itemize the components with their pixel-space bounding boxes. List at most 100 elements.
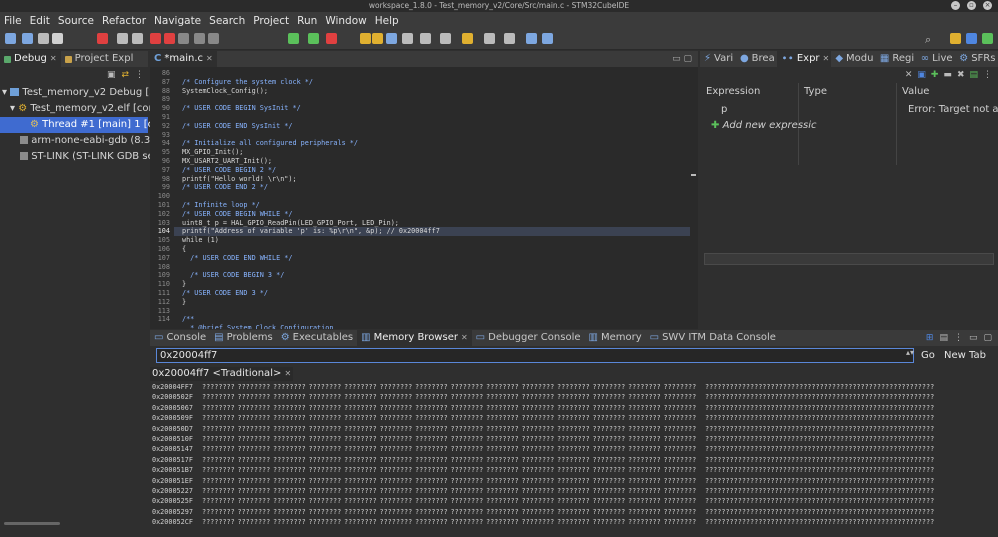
memory-hex-cell[interactable]: ???????? — [273, 445, 306, 453]
column-divider[interactable] — [896, 83, 897, 165]
memory-hex-cell[interactable]: ???????? — [486, 445, 519, 453]
view-menu-icon[interactable]: ⋮ — [983, 70, 992, 80]
tab-executables[interactable]: ⚙ Executables — [277, 330, 357, 346]
memory-hex-cell[interactable]: ???????? — [202, 487, 235, 495]
memory-row[interactable]: 0x2000502F??????????????????????????????… — [150, 393, 998, 403]
close-icon[interactable]: × — [983, 1, 992, 10]
memory-hex-cell[interactable]: ???????? — [593, 435, 626, 443]
tab-breakpoints[interactable]: ● Brea — [736, 51, 777, 67]
remove-icon[interactable]: ▬ — [943, 70, 952, 80]
memory-hex-cell[interactable]: ???????? — [593, 508, 626, 516]
memory-hex-cell[interactable]: ???????? — [486, 404, 519, 412]
memory-hex-cell[interactable]: ???????? — [628, 414, 661, 422]
memory-hex-cell[interactable]: ???????? — [593, 456, 626, 464]
close-icon[interactable]: ✕ — [823, 51, 830, 67]
memory-hex-cell[interactable]: ???????? — [451, 487, 484, 495]
memory-hex-cell[interactable]: ???????? — [380, 477, 413, 485]
column-value[interactable]: Value — [902, 86, 929, 97]
memory-hex-cell[interactable]: ???????? — [522, 477, 555, 485]
memory-hex-cell[interactable]: ???????? — [557, 497, 590, 505]
horizontal-scrollbar[interactable] — [4, 522, 60, 525]
maximize-icon[interactable]: ▫ — [967, 1, 976, 10]
memory-ascii[interactable]: ????????????????????????????????????????… — [705, 487, 934, 495]
collapse-icon[interactable]: ▣ — [917, 70, 926, 80]
memory-hex-cell[interactable]: ???????? — [451, 508, 484, 516]
memory-hex-cell[interactable]: ???????? — [380, 383, 413, 391]
memory-hex-cell[interactable]: ???????? — [593, 466, 626, 474]
memory-hex-cell[interactable]: ???????? — [557, 393, 590, 401]
memory-hex-cell[interactable]: ???????? — [451, 383, 484, 391]
memory-hex-cell[interactable]: ???????? — [380, 393, 413, 401]
code-line[interactable]: } — [182, 280, 186, 289]
toolbar-tool-icon[interactable] — [420, 33, 431, 44]
memory-rendering[interactable]: 0x20004FF7??????????????????????????????… — [150, 383, 998, 537]
memory-hex-cell[interactable]: ???????? — [380, 487, 413, 495]
memory-hex-cell[interactable]: ???????? — [273, 404, 306, 412]
memory-hex-cell[interactable]: ???????? — [664, 425, 697, 433]
memory-hex-cell[interactable]: ???????? — [273, 477, 306, 485]
tab-memory-browser[interactable]: ▥ Memory Browser ✕ — [357, 330, 472, 346]
memory-hex-cell[interactable]: ???????? — [593, 518, 626, 526]
toolbar-tool-icon[interactable] — [462, 33, 473, 44]
memory-hex-cell[interactable]: ???????? — [238, 466, 271, 474]
memory-hex-cell[interactable]: ???????? — [238, 445, 271, 453]
toolbar-tool-icon[interactable] — [38, 33, 49, 44]
tab-debug[interactable]: Debug ✕ — [0, 51, 61, 67]
menu-edit[interactable]: Edit — [30, 15, 50, 27]
memory-hex-cell[interactable]: ???????? — [486, 466, 519, 474]
memory-hex-cell[interactable]: ???????? — [451, 414, 484, 422]
memory-row[interactable]: 0x2000509F??????????????????????????????… — [150, 414, 998, 424]
memory-hex-cell[interactable]: ???????? — [309, 383, 342, 391]
memory-hex-cell[interactable]: ???????? — [628, 445, 661, 453]
memory-ascii[interactable]: ????????????????????????????????????????… — [705, 383, 934, 391]
memory-hex-cell[interactable]: ???????? — [309, 445, 342, 453]
expression-row-p[interactable]: p — [721, 104, 727, 115]
memory-hex-cell[interactable]: ???????? — [522, 518, 555, 526]
memory-hex-cell[interactable]: ???????? — [202, 466, 235, 474]
memory-hex-cell[interactable]: ???????? — [522, 497, 555, 505]
memory-hex-cell[interactable]: ???????? — [202, 508, 235, 516]
memory-hex-cell[interactable]: ???????? — [309, 435, 342, 443]
memory-hex-cell[interactable]: ???????? — [628, 456, 661, 464]
memory-hex-cell[interactable]: ???????? — [628, 383, 661, 391]
memory-hex-cell[interactable]: ???????? — [344, 456, 377, 464]
tab-problems[interactable]: ▤ Problems — [210, 330, 277, 346]
memory-hex-cell[interactable]: ???????? — [380, 404, 413, 412]
link-icon[interactable]: ⇄ — [121, 70, 129, 80]
memory-ascii[interactable]: ????????????????????????????????????????… — [705, 466, 934, 474]
menu-file[interactable]: File — [4, 15, 22, 27]
search-icon[interactable]: ⌕ — [925, 33, 936, 46]
memory-hex-cell[interactable]: ???????? — [202, 383, 235, 391]
toolbar-tool-icon[interactable] — [440, 33, 451, 44]
memory-hex-cell[interactable]: ???????? — [628, 466, 661, 474]
memory-hex-cell[interactable]: ???????? — [202, 518, 235, 526]
toolbar-tool-icon[interactable] — [526, 33, 537, 44]
memory-hex-cell[interactable]: ???????? — [522, 425, 555, 433]
column-expression[interactable]: Expression — [706, 86, 760, 97]
memory-hex-cell[interactable]: ???????? — [593, 487, 626, 495]
perspective-icon[interactable] — [950, 33, 961, 44]
close-icon[interactable]: ✕ — [50, 51, 57, 67]
toolbar-tool-icon[interactable] — [164, 33, 175, 44]
code-line[interactable]: /* USER CODE END SysInit */ — [182, 122, 293, 131]
menu-search[interactable]: Search — [209, 15, 245, 27]
memory-hex-cell[interactable]: ???????? — [273, 518, 306, 526]
memory-hex-cell[interactable]: ???????? — [522, 508, 555, 516]
memory-hex-cell[interactable]: ???????? — [664, 414, 697, 422]
memory-hex-cell[interactable]: ???????? — [344, 404, 377, 412]
expression-detail-pane[interactable] — [704, 253, 994, 265]
memory-hex-cell[interactable]: ???????? — [415, 404, 448, 412]
memory-hex-cell[interactable]: ???????? — [451, 456, 484, 464]
memory-hex-cell[interactable]: ???????? — [486, 508, 519, 516]
memory-hex-cell[interactable]: ???????? — [344, 497, 377, 505]
tree-item-stlink[interactable]: ST-LINK (ST-LINK GDB serv — [20, 149, 164, 165]
memory-ascii[interactable]: ????????????????????????????????????????… — [705, 456, 934, 464]
memory-hex-cell[interactable]: ???????? — [344, 414, 377, 422]
code-line[interactable]: /** — [182, 315, 194, 324]
memory-hex-cell[interactable]: ???????? — [273, 487, 306, 495]
maximize-icon[interactable]: ▢ — [983, 333, 992, 343]
memory-hex-cell[interactable]: ???????? — [664, 508, 697, 516]
memory-hex-cell[interactable]: ???????? — [380, 456, 413, 464]
memory-hex-cell[interactable]: ???????? — [628, 477, 661, 485]
address-dropdown[interactable]: ▴▾ — [906, 348, 914, 357]
